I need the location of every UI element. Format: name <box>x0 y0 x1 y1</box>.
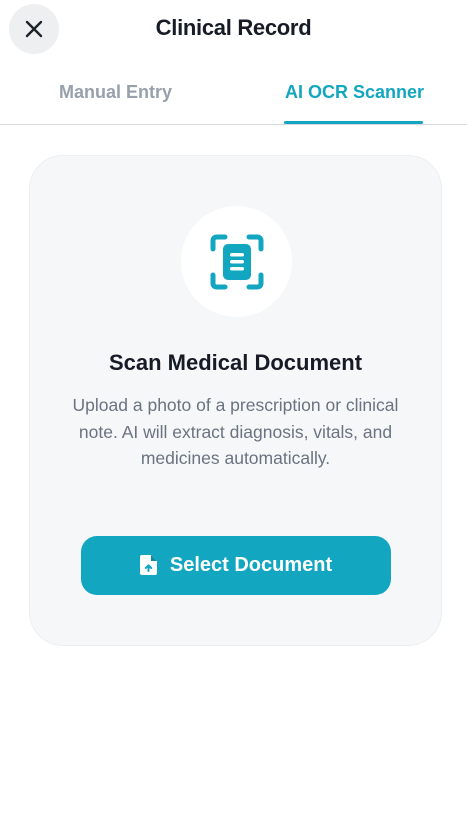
select-document-label: Select Document <box>169 554 333 576</box>
select-document-button[interactable]: Select Document <box>81 536 391 595</box>
clinical-record-screen: Clinical Record Manual Entry AI OCR Scan… <box>0 0 467 837</box>
file-upload-icon <box>139 554 158 575</box>
document-scan-icon <box>209 233 265 291</box>
page-title: Clinical Record <box>155 15 312 40</box>
scanner-card: Scan Medical Document Upload a photo of … <box>29 155 442 646</box>
tab-bar: Manual Entry AI OCR Scanner <box>0 60 467 125</box>
header: Clinical Record <box>0 0 467 60</box>
scanner-description: Upload a photo of a prescription or clin… <box>72 395 399 468</box>
scanner-title: Scan Medical Document <box>108 350 363 375</box>
tab-ai-ocr-scanner[interactable]: AI OCR Scanner <box>285 82 424 103</box>
scanner-icon-circle <box>181 206 292 317</box>
active-tab-indicator <box>284 121 423 124</box>
tab-manual-entry[interactable]: Manual Entry <box>59 82 172 103</box>
